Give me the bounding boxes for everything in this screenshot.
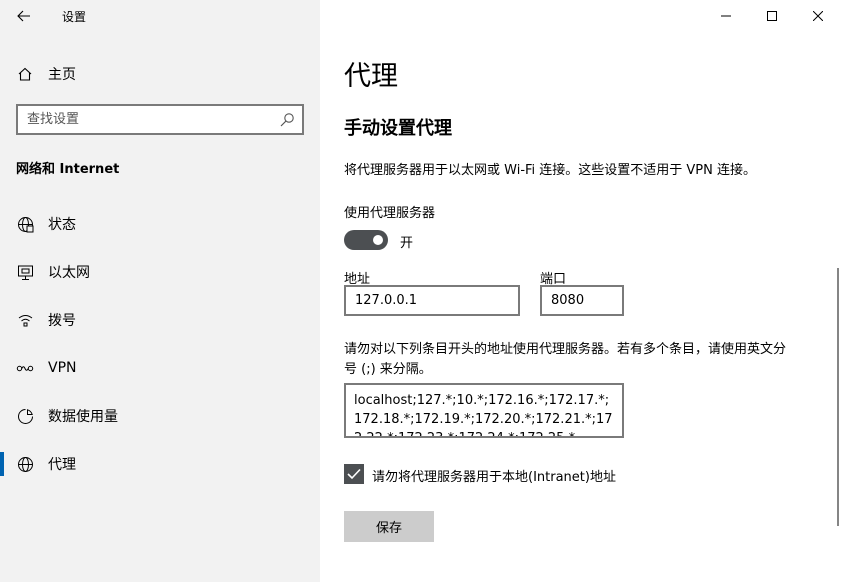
sidebar-item-label: 以太网 [48, 265, 90, 281]
sidebar-item-label: 代理 [48, 457, 76, 473]
vpn-icon [16, 359, 34, 377]
checkmark-icon [347, 468, 361, 480]
search-input[interactable] [18, 106, 258, 133]
use-proxy-toggle[interactable] [344, 230, 388, 250]
ethernet-icon [16, 263, 34, 281]
local-bypass-label: 请勿将代理服务器用于本地(Intranet)地址 [372, 470, 616, 485]
sidebar-item-data-usage[interactable]: 数据使用量 [0, 396, 320, 436]
exceptions-textarea[interactable]: localhost;127.*;10.*;172.16.*;172.17.*;1… [344, 383, 624, 438]
use-proxy-label: 使用代理服务器 [344, 206, 436, 221]
sidebar-item-ethernet[interactable]: 以太网 [0, 252, 320, 292]
exceptions-description: 请勿对以下列条目开头的地址使用代理服务器。若有多个条目，请使用英文分号 (;) … [344, 342, 787, 377]
maximize-button[interactable] [749, 0, 795, 32]
globe-icon [16, 455, 34, 473]
scrollbar[interactable] [837, 268, 839, 526]
close-icon [813, 11, 823, 21]
section-title: 网络和 Internet [16, 162, 120, 177]
maximize-icon [767, 11, 777, 21]
sidebar-item-proxy[interactable]: 代理 [0, 444, 320, 484]
toggle-state-label: 开 [400, 236, 414, 251]
main-content: 代理 手动设置代理 将代理服务器用于以太网或 Wi-Fi 连接。这些设置不适用于… [320, 0, 841, 582]
close-button[interactable] [795, 0, 841, 32]
selection-indicator [0, 452, 4, 476]
sidebar-item-label: 主页 [48, 67, 76, 83]
section-title: 手动设置代理 [344, 118, 452, 139]
back-arrow-icon [17, 10, 30, 22]
toggle-knob [373, 235, 383, 245]
data-usage-icon [16, 407, 34, 425]
sidebar-item-label: 拨号 [48, 313, 76, 329]
sidebar: 设置 主页 网络和 Internet 状态 [0, 0, 320, 582]
dialup-icon [16, 311, 34, 329]
sidebar-item-dialup[interactable]: 拨号 [0, 300, 320, 340]
sidebar-item-home[interactable]: 主页 [0, 56, 320, 92]
page-title: 代理 [344, 61, 398, 92]
app-title: 设置 [62, 10, 87, 24]
minimize-button[interactable] [703, 0, 749, 32]
sidebar-item-status[interactable]: 状态 [0, 204, 320, 244]
window-controls [703, 0, 841, 32]
sidebar-titlebar: 设置 [0, 0, 320, 32]
local-bypass-checkbox[interactable] [344, 464, 364, 484]
sidebar-item-label: 状态 [48, 217, 76, 233]
sidebar-item-label: 数据使用量 [48, 409, 118, 425]
search-icon[interactable] [279, 112, 295, 128]
port-input[interactable] [540, 285, 624, 316]
globe-status-icon [16, 215, 34, 233]
back-button[interactable] [12, 5, 36, 27]
address-input[interactable] [344, 285, 520, 316]
search-box [16, 104, 304, 135]
minimize-icon [721, 15, 731, 17]
save-button[interactable]: 保存 [344, 511, 434, 542]
proxy-description: 将代理服务器用于以太网或 Wi-Fi 连接。这些设置不适用于 VPN 连接。 [344, 163, 757, 178]
sidebar-item-label: VPN [48, 360, 77, 376]
home-icon [16, 65, 34, 83]
sidebar-item-vpn[interactable]: VPN [0, 348, 320, 388]
